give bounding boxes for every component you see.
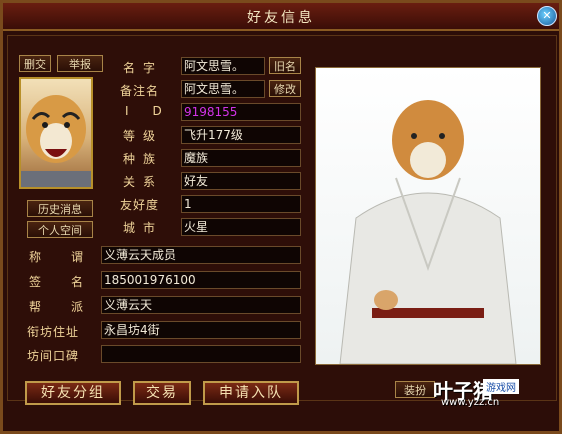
address-field: 永昌坊4街: [101, 321, 301, 339]
guild-field: 义薄云天: [101, 296, 301, 314]
modify-remark-button[interactable]: 修改: [269, 80, 301, 97]
history-messages-button[interactable]: 历史消息: [27, 200, 93, 217]
city-field: 火星: [181, 218, 301, 236]
tiger-warrior-icon: [339, 100, 517, 365]
watermark-tag: 游戏网: [483, 379, 519, 394]
level-field: 飞升177级: [181, 126, 301, 144]
avatar: [19, 77, 93, 189]
id-label: ID: [125, 104, 186, 118]
character-portrait: [315, 67, 541, 365]
race-field: 魔族: [181, 149, 301, 167]
join-team-button[interactable]: 申请入队: [203, 381, 299, 405]
tiger-avatar-icon: [21, 95, 91, 187]
title-field: 义薄云天成员: [101, 246, 301, 264]
old-name-button[interactable]: 旧名: [269, 57, 301, 74]
title-bar[interactable]: 好友信息 ✕: [3, 3, 559, 31]
friend-group-button[interactable]: 好友分组: [25, 381, 121, 405]
friend-info-window: 好友信息 ✕ 删交 举报 历史消息 个人空间 名字 阿文思雪。 旧名 备注名 阿…: [0, 0, 562, 434]
relation-label: 关系: [123, 175, 164, 189]
friendship-field: 1: [181, 195, 301, 213]
reputation-field: [101, 345, 301, 363]
friendship-label: 友好度: [120, 198, 160, 212]
watermark-url: www.yzz.cn: [441, 397, 500, 408]
personal-space-button[interactable]: 个人空间: [27, 221, 93, 238]
id-field: 9198155: [181, 103, 301, 121]
signature-field: 185001976100: [101, 271, 301, 289]
window-title: 好友信息: [247, 10, 315, 26]
relation-field: 好友: [181, 172, 301, 190]
name-field: 阿文思雪。: [181, 57, 265, 75]
report-button[interactable]: 举报: [57, 55, 103, 72]
reputation-label: 坊间口碑: [27, 349, 80, 363]
watermark: 叶子猪 游戏网 www.yzz.cn: [433, 373, 561, 413]
equip-button[interactable]: 装扮: [395, 381, 435, 398]
close-icon[interactable]: ✕: [537, 6, 557, 26]
city-label: 城市: [123, 221, 164, 235]
trade-button[interactable]: 交易: [133, 381, 191, 405]
remark-label: 备注名: [120, 84, 160, 98]
race-label: 种族: [123, 152, 164, 166]
level-label: 等级: [123, 129, 164, 143]
name-label: 名字: [123, 61, 164, 75]
address-label: 衔坊住址: [27, 325, 80, 339]
remark-field: 阿文思雪。: [181, 80, 265, 98]
delete-friend-button[interactable]: 删交: [19, 55, 51, 72]
